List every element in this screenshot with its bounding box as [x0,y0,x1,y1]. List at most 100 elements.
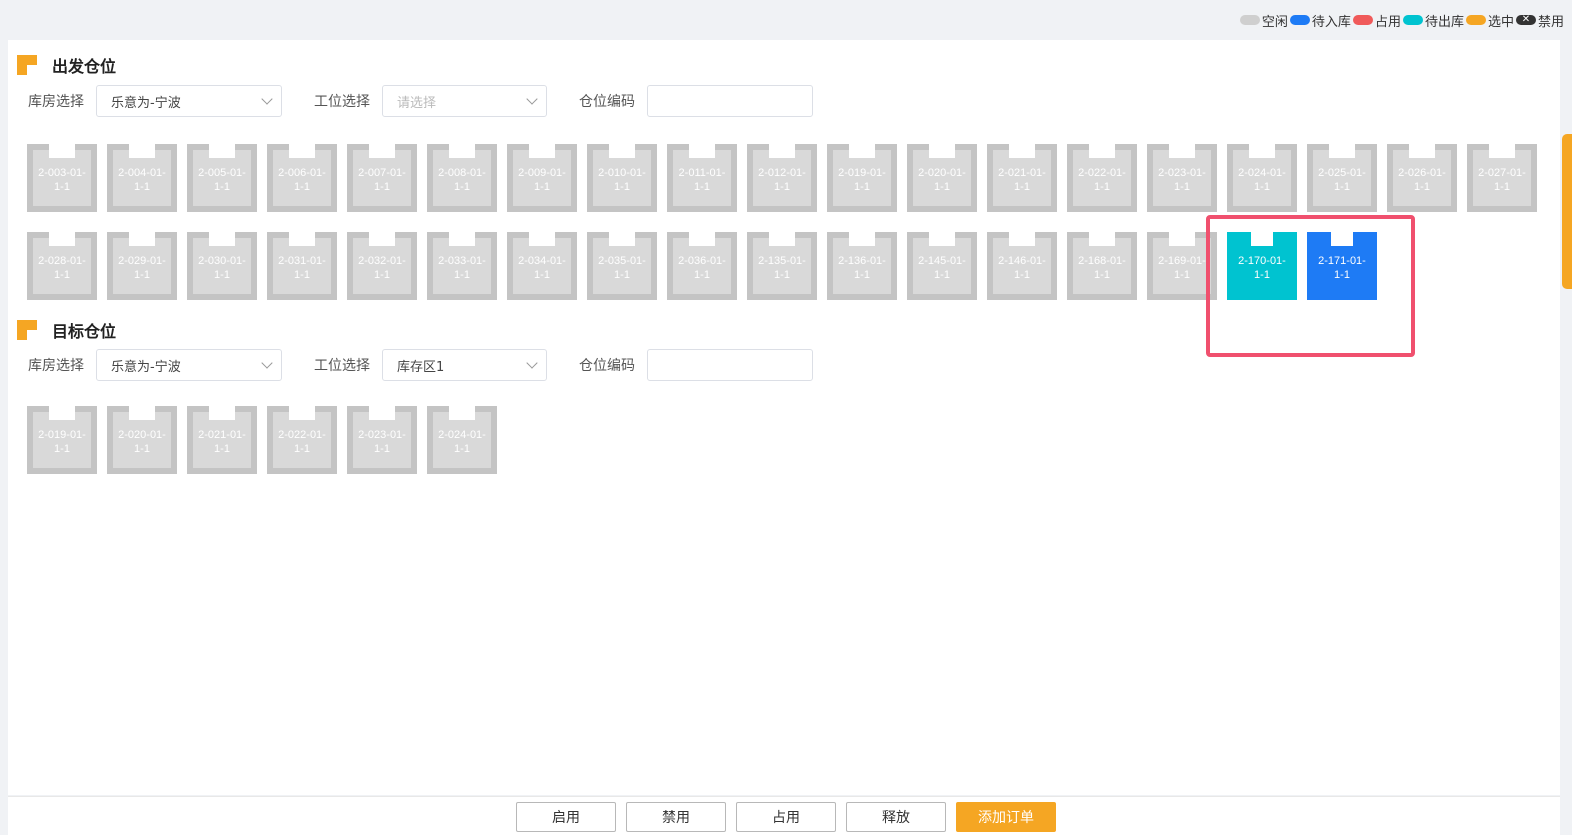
target-code-input[interactable] [647,349,813,381]
storage-slot[interactable]: 2-004-01- 1-1 [107,144,177,212]
slot-code-line1: 2-031-01- [278,255,326,267]
slot-code-line2: 1-1 [1014,269,1030,281]
storage-slot[interactable]: 2-036-01- 1-1 [667,232,737,300]
slot-code-line2: 1-1 [1494,181,1510,193]
storage-slot[interactable]: 2-033-01- 1-1 [427,232,497,300]
target-filter-row: 库房选择 乐意为-宁波 工位选择 库存区1 仓位编码 [28,349,813,381]
storage-slot[interactable]: 2-024-01- 1-1 [427,406,497,474]
slot-label: 2-010-01- 1-1 [587,166,657,194]
source-station-label: 工位选择 [314,94,370,110]
storage-slot[interactable]: 2-003-01- 1-1 [27,144,97,212]
occupy-button[interactable]: 占用 [736,802,836,832]
storage-slot[interactable]: 2-035-01- 1-1 [587,232,657,300]
legend-item: 禁用 [1515,11,1564,30]
slot-code-line1: 2-021-01- [198,429,246,441]
slot-code-line1: 2-169-01- [1158,255,1206,267]
storage-slot[interactable]: 2-170-01- 1-1 [1227,232,1297,300]
storage-slot[interactable]: 2-031-01- 1-1 [267,232,337,300]
target-station-select[interactable]: 库存区1 [382,349,547,381]
storage-slot[interactable]: 2-168-01- 1-1 [1067,232,1137,300]
storage-slot[interactable]: 2-008-01- 1-1 [427,144,497,212]
slot-label: 2-022-01- 1-1 [267,428,337,456]
slot-label: 2-023-01- 1-1 [347,428,417,456]
legend-swatch [1352,15,1373,25]
slot-code-line1: 2-009-01- [518,167,566,179]
slot-code-line2: 1-1 [374,181,390,193]
source-code-label: 仓位编码 [579,94,635,110]
source-code-input[interactable] [647,85,813,117]
chevron-down-icon [526,357,538,369]
storage-slot[interactable]: 2-019-01- 1-1 [827,144,897,212]
storage-slot[interactable]: 2-032-01- 1-1 [347,232,417,300]
storage-slot[interactable]: 2-024-01- 1-1 [1227,144,1297,212]
storage-slot[interactable]: 2-022-01- 1-1 [1067,144,1137,212]
enable-button[interactable]: 启用 [516,802,616,832]
storage-slot[interactable]: 2-136-01- 1-1 [827,232,897,300]
storage-slot[interactable]: 2-030-01- 1-1 [187,232,257,300]
storage-slot[interactable]: 2-029-01- 1-1 [107,232,177,300]
slot-label: 2-020-01- 1-1 [107,428,177,456]
source-slot-grid: 2-003-01- 1-1 2-004-01- 1-1 2-005-01- 1-1 2-00… [27,144,1567,320]
storage-slot[interactable]: 2-011-01- 1-1 [667,144,737,212]
source-warehouse-select[interactable]: 乐意为-宁波 [96,85,282,117]
legend-label: 待出库 [1424,14,1464,30]
storage-slot[interactable]: 2-006-01- 1-1 [267,144,337,212]
slot-code-line1: 2-035-01- [598,255,646,267]
chevron-down-icon [261,357,273,369]
storage-slot[interactable]: 2-034-01- 1-1 [507,232,577,300]
storage-slot[interactable]: 2-146-01- 1-1 [987,232,1057,300]
slot-code-line2: 1-1 [694,269,710,281]
storage-slot[interactable]: 2-025-01- 1-1 [1307,144,1377,212]
storage-slot[interactable]: 2-019-01- 1-1 [27,406,97,474]
source-station-select[interactable]: 请选择 [382,85,547,117]
storage-slot[interactable]: 2-027-01- 1-1 [1467,144,1537,212]
storage-slot[interactable]: 2-022-01- 1-1 [267,406,337,474]
slot-code-line1: 2-171-01- [1318,255,1366,267]
slot-label: 2-034-01- 1-1 [507,254,577,282]
slot-code-line1: 2-003-01- [38,167,86,179]
target-title-text: 目标仓位 [52,322,117,341]
source-warehouse-value: 乐意为-宁波 [111,95,181,111]
storage-slot[interactable]: 2-145-01- 1-1 [907,232,977,300]
slot-code-line1: 2-019-01- [38,429,86,441]
storage-slot[interactable]: 2-021-01- 1-1 [987,144,1057,212]
storage-slot[interactable]: 2-169-01- 1-1 [1147,232,1217,300]
storage-slot[interactable]: 2-023-01- 1-1 [1147,144,1217,212]
storage-slot[interactable]: 2-020-01- 1-1 [107,406,177,474]
action-bar: 启用 禁用 占用 释放 添加订单 [8,796,1560,835]
storage-slot[interactable]: 2-012-01- 1-1 [747,144,817,212]
disable-button[interactable]: 禁用 [626,802,726,832]
slot-code-line1: 2-022-01- [278,429,326,441]
storage-slot[interactable]: 2-021-01- 1-1 [187,406,257,474]
storage-slot[interactable]: 2-028-01- 1-1 [27,232,97,300]
legend-label: 占用 [1374,14,1401,30]
slot-label: 2-022-01- 1-1 [1067,166,1137,194]
add-order-button[interactable]: 添加订单 [956,802,1056,832]
slot-code-line2: 1-1 [134,181,150,193]
storage-slot[interactable]: 2-135-01- 1-1 [747,232,817,300]
slot-code-line2: 1-1 [1174,269,1190,281]
action-button-row: 启用 禁用 占用 释放 添加订单 [516,802,1066,832]
slot-code-line2: 1-1 [854,269,870,281]
slot-code-line1: 2-028-01- [38,255,86,267]
storage-slot[interactable]: 2-023-01- 1-1 [347,406,417,474]
slot-label: 2-009-01- 1-1 [507,166,577,194]
slot-code-line2: 1-1 [1334,181,1350,193]
slot-code-line1: 2-033-01- [438,255,486,267]
storage-slot[interactable]: 2-171-01- 1-1 [1307,232,1377,300]
storage-slot[interactable]: 2-005-01- 1-1 [187,144,257,212]
section-flag-icon [17,55,37,75]
storage-slot[interactable]: 2-009-01- 1-1 [507,144,577,212]
release-button[interactable]: 释放 [846,802,946,832]
slot-label: 2-032-01- 1-1 [347,254,417,282]
chevron-down-icon [526,93,538,105]
storage-slot[interactable]: 2-007-01- 1-1 [347,144,417,212]
storage-slot[interactable]: 2-026-01- 1-1 [1387,144,1457,212]
legend-label: 空闲 [1261,14,1288,30]
storage-slot[interactable]: 2-020-01- 1-1 [907,144,977,212]
target-warehouse-select[interactable]: 乐意为-宁波 [96,349,282,381]
storage-slot[interactable]: 2-010-01- 1-1 [587,144,657,212]
slot-code-line2: 1-1 [1334,269,1350,281]
slot-code-line1: 2-007-01- [358,167,406,179]
scrollbar-thumb[interactable] [1562,134,1572,289]
